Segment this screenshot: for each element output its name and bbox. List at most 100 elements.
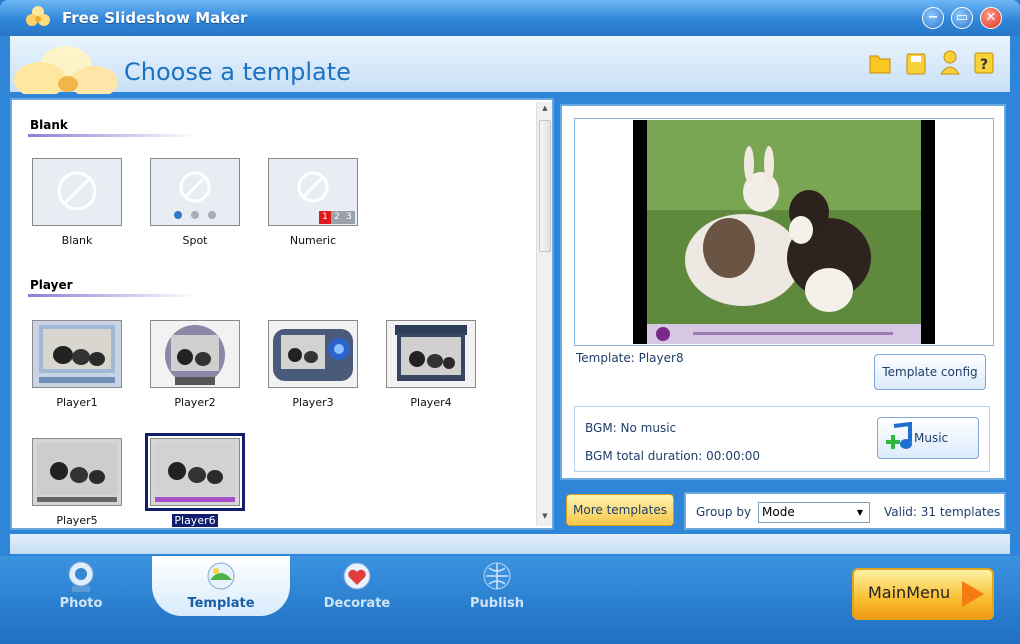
player-preview-icon	[155, 443, 235, 502]
bottom-tab-bar: Photo Template Decorate Publish MainMenu	[0, 556, 1020, 644]
player-preview-icon	[37, 443, 117, 502]
preview-video	[633, 120, 935, 344]
numeric-digit: 1	[322, 212, 328, 222]
bgm-panel: BGM: No music BGM total duration: 00:00:…	[574, 406, 990, 472]
template-label: Player5	[56, 514, 98, 527]
template-label: Player4	[410, 396, 452, 409]
template-thumbnail	[32, 320, 122, 388]
close-button[interactable]: ✕	[980, 7, 1002, 29]
tab-label: Template	[187, 596, 255, 611]
music-note-icon	[886, 422, 912, 449]
template-config-button[interactable]: Template config	[874, 354, 986, 390]
player-preview-icon	[395, 325, 467, 381]
template-player5[interactable]: Player5	[32, 438, 122, 527]
template-thumbnail	[150, 158, 240, 226]
group-by-select[interactable]: Mode ▼	[758, 502, 870, 523]
music-button-label: Music	[914, 431, 949, 445]
folder-icon[interactable]	[868, 48, 892, 76]
template-label: Numeric	[289, 234, 337, 247]
template-player2[interactable]: Player2	[150, 320, 240, 409]
template-thumbnail	[145, 433, 245, 511]
title-bar: Free Slideshow Maker − ▭ ✕	[0, 0, 1020, 36]
template-thumbnail	[268, 320, 358, 388]
template-label: Player1	[56, 396, 98, 409]
template-player1[interactable]: Player1	[32, 320, 122, 409]
spot-icon	[174, 171, 216, 219]
music-button[interactable]: Music	[877, 417, 979, 459]
preview-frame	[574, 118, 994, 346]
tab-photo[interactable]: Photo	[26, 556, 136, 616]
template-player4[interactable]: Player4	[386, 320, 476, 409]
save-icon[interactable]	[904, 48, 928, 76]
template-thumbnail	[386, 320, 476, 388]
template-label: Player2	[174, 396, 216, 409]
template-label-selected: Player6	[150, 513, 240, 528]
template-player6[interactable]: Player6	[145, 433, 245, 528]
template-name-label: Template: Player8	[576, 351, 684, 365]
scroll-up-icon[interactable]: ▲	[540, 104, 550, 114]
clover-logo-icon	[26, 6, 50, 26]
player-preview-icon	[273, 329, 353, 381]
section-heading-blank: Blank	[30, 118, 68, 132]
preview-panel: Template: Player8 Template config BGM: N…	[560, 104, 1006, 480]
tab-label: Publish	[470, 596, 524, 611]
tab-label: Decorate	[323, 596, 391, 611]
template-thumbnail	[32, 438, 122, 506]
template-icon	[207, 562, 235, 590]
maximize-button[interactable]: ▭	[951, 7, 973, 29]
globe-icon	[483, 562, 511, 590]
template-numeric[interactable]: 1 2 3 Numeric	[268, 158, 358, 247]
template-thumbnail	[150, 320, 240, 388]
page-header: Choose a template ?	[10, 36, 1010, 94]
tab-decorate[interactable]: Decorate	[302, 556, 412, 616]
group-by-value: Mode	[762, 505, 795, 519]
template-thumbnail: 1 2 3	[268, 158, 358, 226]
photo-icon	[68, 561, 94, 592]
tab-publish[interactable]: Publish	[442, 556, 552, 616]
bgm-duration: BGM total duration: 00:00:00	[585, 449, 760, 463]
blank-icon	[57, 171, 97, 211]
template-player3[interactable]: Player3	[268, 320, 358, 409]
tab-label: Photo	[59, 596, 103, 611]
template-list-scrollbar[interactable]: ▲ ▼	[536, 102, 552, 526]
window-title: Free Slideshow Maker	[62, 9, 248, 27]
preview-image	[647, 120, 921, 344]
player-preview-icon	[165, 325, 225, 385]
page-title: Choose a template	[124, 58, 351, 86]
more-templates-button[interactable]: More templates	[566, 494, 674, 526]
numeric-digit: 2	[334, 212, 340, 222]
bgm-status: BGM: No music	[585, 421, 677, 435]
main-menu-label: MainMenu	[868, 583, 951, 602]
group-by-label: Group by	[696, 505, 752, 519]
clover-decoration-icon	[14, 46, 118, 94]
group-by-panel: Group by Mode ▼ Valid: 31 templates	[684, 492, 1006, 530]
chevron-down-icon[interactable]: ▼	[852, 504, 868, 521]
heart-icon	[343, 562, 371, 590]
template-label: Blank	[61, 234, 93, 247]
close-icon: ✕	[985, 10, 997, 25]
minimize-icon: −	[927, 10, 939, 25]
template-spot[interactable]: Spot	[150, 158, 240, 247]
help-icon[interactable]: ?	[972, 48, 996, 76]
template-label: Player6	[171, 513, 219, 528]
status-strip	[10, 534, 1010, 554]
maximize-icon: ▭	[955, 10, 969, 25]
minimize-button[interactable]: −	[922, 7, 944, 29]
app-window: Free Slideshow Maker − ▭ ✕ Choose a temp…	[0, 0, 1020, 644]
valid-templates-count: Valid: 31 templates	[884, 505, 1001, 519]
user-icon[interactable]	[938, 48, 962, 76]
template-label: Spot	[182, 234, 208, 247]
numeric-digit: 3	[346, 212, 352, 222]
player-preview-icon	[39, 325, 115, 383]
template-thumbnail	[32, 158, 122, 226]
arrow-right-icon	[962, 581, 984, 607]
section-divider	[28, 134, 198, 137]
template-blank[interactable]: Blank	[32, 158, 122, 247]
template-list[interactable]: Blank Blank Spot 1 2 3 Numeric Player Pl…	[10, 98, 554, 530]
scroll-thumb[interactable]	[539, 120, 551, 252]
tab-template[interactable]: Template	[166, 556, 276, 616]
section-heading-player: Player	[30, 278, 73, 292]
main-menu-button[interactable]: MainMenu	[852, 568, 994, 620]
section-divider	[28, 294, 198, 297]
scroll-down-icon[interactable]: ▼	[540, 512, 550, 522]
